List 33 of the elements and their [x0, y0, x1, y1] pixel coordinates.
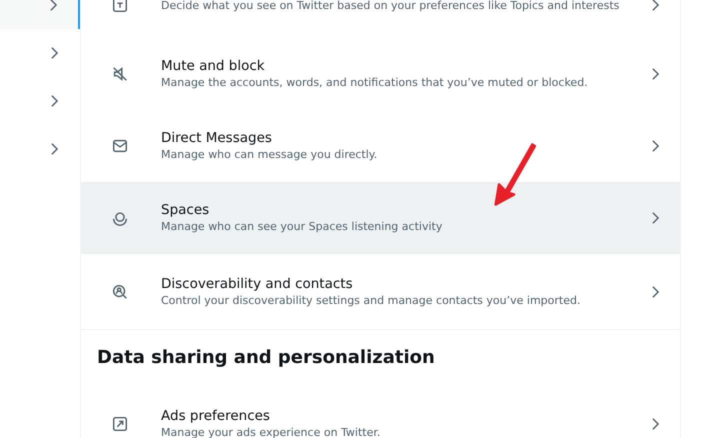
person-search-icon	[111, 282, 129, 300]
setting-title: Spaces	[161, 202, 210, 219]
document-icon	[111, 0, 129, 14]
setting-title: Discoverability and contacts	[161, 276, 354, 292]
setting-title: Ads preferences	[161, 408, 271, 425]
chevron-right-icon	[651, 67, 660, 81]
chevron-right-icon	[48, 0, 58, 12]
settings-row[interactable]: Decide what you see on Twitter based on your preferences like Topics and interests	[81, 0, 680, 38]
setting-description: Decide what you see on Twitter based on your preferences like Topics and interests	[161, 0, 620, 12]
chevron-right-icon	[651, 417, 660, 431]
chevron-right-icon	[651, 0, 660, 12]
arrow-box-icon	[111, 415, 129, 433]
muted-speaker-icon	[111, 65, 129, 83]
setting-description: Manage who can message you directly.	[161, 147, 378, 162]
settings-row[interactable]: Mute and block Manage the accounts, words, and notifications that you’ve muted or blocked.	[81, 38, 680, 110]
settings-row[interactable]: Ads preferences Manage your ads experience on Twitter.	[81, 388, 680, 438]
setting-description: Manage your ads experience on Twitter.	[161, 425, 382, 438]
settings-row[interactable]: Spaces Manage who can see your Spaces listening activity	[81, 182, 680, 254]
setting-description: Manage the accounts, words, and notifications that you’ve muted or blocked.	[161, 75, 589, 90]
chevron-right-icon	[651, 284, 660, 298]
envelope-icon	[111, 137, 129, 155]
setting-description: Control your discoverability settings and manage contacts you’ve imported.	[161, 292, 582, 308]
chevron-right-icon	[50, 46, 58, 60]
chevron-right-icon	[651, 139, 660, 153]
setting-title: Mute and block	[161, 58, 266, 75]
chevron-right-icon	[50, 94, 58, 108]
setting-description: Manage who can see your Spaces listening activity	[161, 219, 444, 234]
section-heading: Data sharing and personalization	[96, 346, 436, 370]
setting-title: Direct Messages	[161, 130, 273, 147]
settings-row[interactable]: Discoverability and contacts Control your discoverability settings and manage contacts you’ve imported.	[81, 254, 680, 330]
chevron-right-icon	[651, 211, 660, 225]
settings-row[interactable]: Direct Messages Manage who can message you directly.	[81, 110, 680, 182]
chevron-right-icon	[50, 142, 58, 156]
